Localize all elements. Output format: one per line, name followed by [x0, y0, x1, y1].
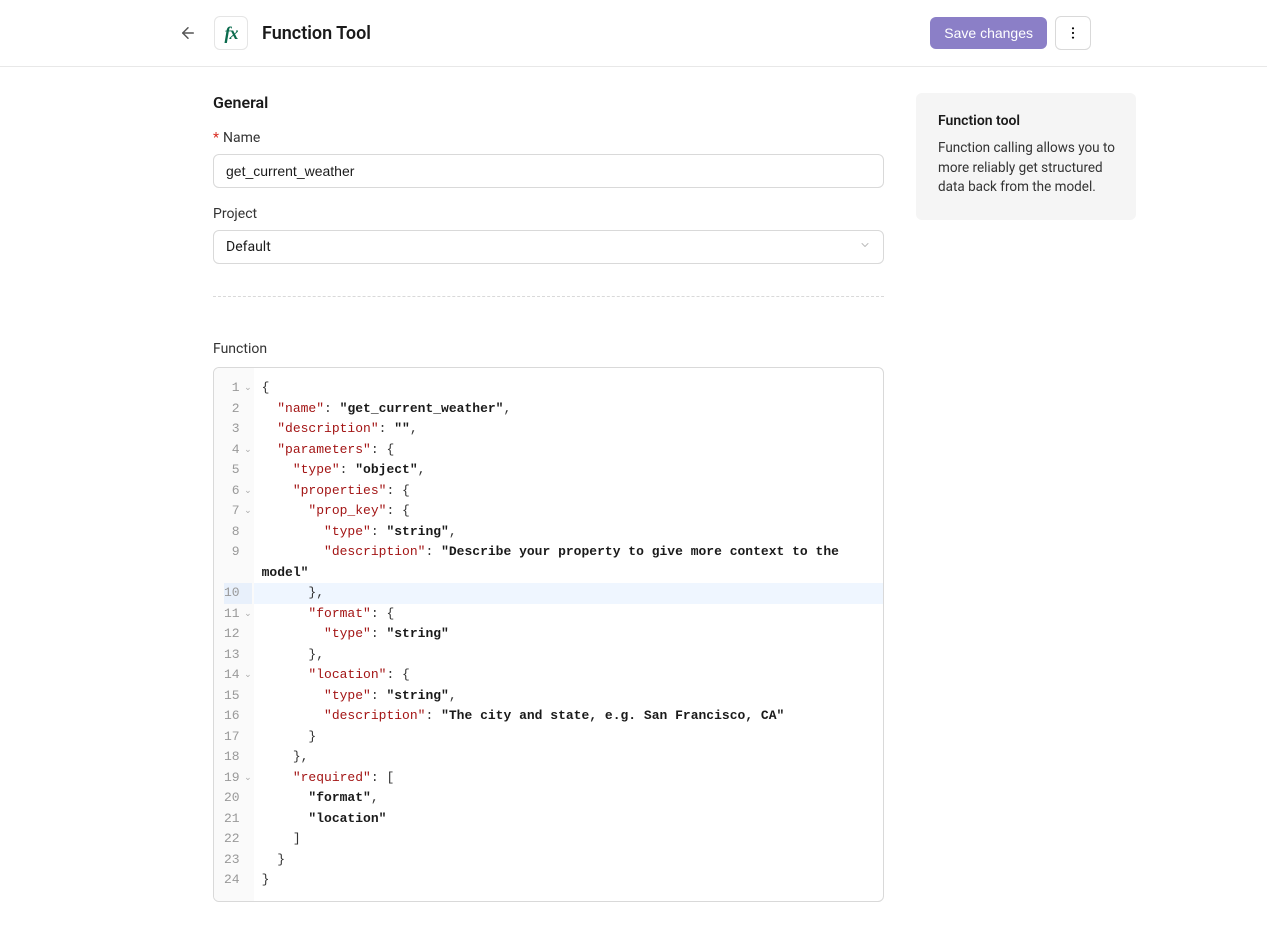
- save-changes-button[interactable]: Save changes: [930, 17, 1047, 49]
- gutter-line: 16: [224, 706, 252, 727]
- gutter-line: 4⌄: [224, 440, 252, 461]
- fold-toggle-icon[interactable]: ⌄: [244, 501, 252, 522]
- code-line[interactable]: "properties": {: [254, 481, 883, 502]
- fold-toggle-icon[interactable]: ⌄: [244, 481, 252, 502]
- content: General *Name Project Default Function: [0, 67, 1267, 942]
- more-actions-button[interactable]: [1055, 16, 1091, 50]
- code-line[interactable]: ]: [254, 829, 883, 850]
- page-header: fx Function Tool Save changes: [0, 0, 1267, 67]
- code-line[interactable]: "parameters": {: [254, 440, 883, 461]
- fold-toggle-icon[interactable]: ⌄: [244, 604, 252, 625]
- code-gutter: 1⌄234⌄56⌄7⌄891011⌄121314⌄1516171819⌄2021…: [214, 368, 254, 901]
- gutter-line: 20: [224, 788, 252, 809]
- main-column: General *Name Project Default Function: [213, 93, 884, 902]
- function-code-editor[interactable]: 1⌄234⌄56⌄7⌄891011⌄121314⌄1516171819⌄2021…: [213, 367, 884, 902]
- gutter-line: 13: [224, 645, 252, 666]
- code-line[interactable]: },: [254, 583, 883, 604]
- fx-badge: fx: [214, 16, 248, 50]
- gutter-line: 19⌄: [224, 768, 252, 789]
- code-line[interactable]: }: [254, 850, 883, 871]
- code-line[interactable]: },: [254, 747, 883, 768]
- code-line[interactable]: "prop_key": {: [254, 501, 883, 522]
- code-line[interactable]: "location": {: [254, 665, 883, 686]
- info-card: Function tool Function calling allows yo…: [916, 93, 1136, 220]
- code-line[interactable]: "location": [254, 809, 883, 830]
- gutter-line: 23: [224, 850, 252, 871]
- project-select[interactable]: Default: [213, 230, 884, 264]
- header-left: fx Function Tool: [176, 16, 371, 50]
- name-label: *Name: [213, 130, 884, 146]
- project-label: Project: [213, 206, 884, 222]
- project-field: Project Default: [213, 206, 884, 264]
- code-line[interactable]: "type": "string",: [254, 522, 883, 543]
- info-card-title: Function tool: [938, 113, 1116, 129]
- back-button[interactable]: [176, 21, 200, 45]
- code-body[interactable]: { "name": "get_current_weather", "descri…: [254, 368, 883, 901]
- sidebar: Function tool Function calling allows yo…: [916, 93, 1136, 902]
- code-line[interactable]: "required": [: [254, 768, 883, 789]
- gutter-line: 15: [224, 686, 252, 707]
- arrow-left-icon: [179, 24, 197, 42]
- fold-toggle-icon[interactable]: ⌄: [244, 440, 252, 461]
- gutter-line: 3: [224, 419, 252, 440]
- gutter-line: 17: [224, 727, 252, 748]
- code-line[interactable]: "description": "The city and state, e.g.…: [254, 706, 883, 727]
- chevron-down-icon: [859, 239, 871, 255]
- code-line[interactable]: "name": "get_current_weather",: [254, 399, 883, 420]
- gutter-line: 24: [224, 870, 252, 891]
- gutter-line: 14⌄: [224, 665, 252, 686]
- general-heading: General: [213, 93, 884, 112]
- code-line[interactable]: }: [254, 727, 883, 748]
- info-card-body: Function calling allows you to more reli…: [938, 139, 1116, 198]
- gutter-line: 8: [224, 522, 252, 543]
- gutter-line: 10: [224, 583, 252, 604]
- gutter-line: 21: [224, 809, 252, 830]
- gutter-line: 6⌄: [224, 481, 252, 502]
- name-input[interactable]: [213, 154, 884, 188]
- gutter-line: 18: [224, 747, 252, 768]
- gutter-line: 12: [224, 624, 252, 645]
- code-line[interactable]: {: [254, 378, 883, 399]
- more-vertical-icon: [1065, 25, 1081, 41]
- fold-toggle-icon[interactable]: ⌄: [244, 665, 252, 686]
- gutter-line: 1⌄: [224, 378, 252, 399]
- gutter-line: 22: [224, 829, 252, 850]
- fold-toggle-icon[interactable]: ⌄: [244, 768, 252, 789]
- fold-toggle-icon[interactable]: ⌄: [244, 378, 252, 399]
- code-line[interactable]: "format": {: [254, 604, 883, 625]
- gutter-line: 7⌄: [224, 501, 252, 522]
- code-line[interactable]: "description": "",: [254, 419, 883, 440]
- page-title: Function Tool: [262, 23, 371, 44]
- code-line[interactable]: "type": "string": [254, 624, 883, 645]
- name-label-text: Name: [223, 130, 260, 146]
- gutter-line: 5: [224, 460, 252, 481]
- gutter-line: 9: [224, 542, 252, 583]
- function-label: Function: [213, 341, 884, 357]
- section-divider: [213, 296, 884, 297]
- code-line[interactable]: }: [254, 870, 883, 891]
- required-star: *: [213, 130, 219, 146]
- header-right: Save changes: [930, 16, 1091, 50]
- name-field: *Name: [213, 130, 884, 188]
- code-line[interactable]: "description": "Describe your property t…: [254, 542, 883, 583]
- code-line[interactable]: "format",: [254, 788, 883, 809]
- project-select-value: Default: [226, 239, 271, 255]
- code-line[interactable]: },: [254, 645, 883, 666]
- gutter-line: 2: [224, 399, 252, 420]
- code-line[interactable]: "type": "object",: [254, 460, 883, 481]
- gutter-line: 11⌄: [224, 604, 252, 625]
- fx-badge-text: fx: [225, 23, 238, 44]
- code-line[interactable]: "type": "string",: [254, 686, 883, 707]
